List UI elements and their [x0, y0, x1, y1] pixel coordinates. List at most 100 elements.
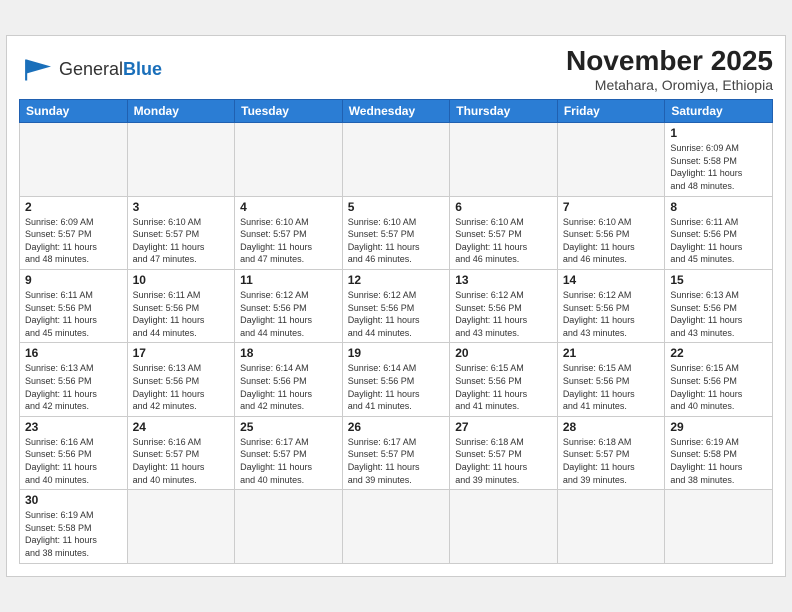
- day-number: 11: [240, 273, 337, 287]
- calendar-cell: [235, 123, 343, 196]
- day-info: Sunrise: 6:14 AM Sunset: 5:56 PM Dayligh…: [240, 362, 337, 412]
- calendar-cell: 21 Sunrise: 6:15 AM Sunset: 5:56 PM Dayli…: [557, 343, 665, 416]
- weekday-header-monday: Monday: [127, 100, 235, 123]
- weekday-header-friday: Friday: [557, 100, 665, 123]
- calendar-cell: [342, 490, 450, 563]
- week-row-4: 16 Sunrise: 6:13 AM Sunset: 5:56 PM Dayli…: [20, 343, 773, 416]
- day-number: 19: [348, 346, 445, 360]
- day-number: 6: [455, 200, 552, 214]
- day-number: 24: [133, 420, 230, 434]
- calendar-cell: [235, 490, 343, 563]
- weekday-header-saturday: Saturday: [665, 100, 773, 123]
- calendar-cell: 6 Sunrise: 6:10 AM Sunset: 5:57 PM Daylig…: [450, 196, 558, 269]
- calendar-cell: 11 Sunrise: 6:12 AM Sunset: 5:56 PM Dayli…: [235, 270, 343, 343]
- day-info: Sunrise: 6:18 AM Sunset: 5:57 PM Dayligh…: [563, 436, 660, 486]
- calendar-cell: 13 Sunrise: 6:12 AM Sunset: 5:56 PM Dayli…: [450, 270, 558, 343]
- day-info: Sunrise: 6:09 AM Sunset: 5:57 PM Dayligh…: [25, 216, 122, 266]
- calendar-cell: 5Sunrise: 6:10 AM Sunset: 5:57 PM Daylig…: [342, 196, 450, 269]
- logo: GeneralBlue: [19, 56, 162, 84]
- weekday-header-tuesday: Tuesday: [235, 100, 343, 123]
- calendar-container: GeneralBlue November 2025 Metahara, Orom…: [6, 35, 786, 576]
- logo-text: GeneralBlue: [59, 59, 162, 80]
- day-number: 17: [133, 346, 230, 360]
- weekday-header-wednesday: Wednesday: [342, 100, 450, 123]
- day-info: Sunrise: 6:15 AM Sunset: 5:56 PM Dayligh…: [563, 362, 660, 412]
- day-info: Sunrise: 6:12 AM Sunset: 5:56 PM Dayligh…: [563, 289, 660, 339]
- calendar-cell: 24Sunrise: 6:16 AM Sunset: 5:57 PM Dayli…: [127, 416, 235, 489]
- calendar-cell: 29Sunrise: 6:19 AM Sunset: 5:58 PM Dayli…: [665, 416, 773, 489]
- day-number: 15: [670, 273, 767, 287]
- day-number: 25: [240, 420, 337, 434]
- day-info: Sunrise: 6:11 AM Sunset: 5:56 PM Dayligh…: [133, 289, 230, 339]
- day-number: 1: [670, 126, 767, 140]
- calendar-cell: 18 Sunrise: 6:14 AM Sunset: 5:56 PM Dayli…: [235, 343, 343, 416]
- day-number: 21: [563, 346, 660, 360]
- week-row-5: 23 Sunrise: 6:16 AM Sunset: 5:56 PM Dayli…: [20, 416, 773, 489]
- day-info: Sunrise: 6:10 AM Sunset: 5:56 PM Dayligh…: [563, 216, 660, 266]
- week-row-3: 9Sunrise: 6:11 AM Sunset: 5:56 PM Daylig…: [20, 270, 773, 343]
- calendar-cell: [342, 123, 450, 196]
- day-info: Sunrise: 6:10 AM Sunset: 5:57 PM Dayligh…: [133, 216, 230, 266]
- calendar-cell: 27 Sunrise: 6:18 AM Sunset: 5:57 PM Dayli…: [450, 416, 558, 489]
- day-number: 27: [455, 420, 552, 434]
- calendar-cell: [557, 123, 665, 196]
- day-number: 2: [25, 200, 122, 214]
- day-number: 18: [240, 346, 337, 360]
- day-info: Sunrise: 6:15 AM Sunset: 5:56 PM Dayligh…: [670, 362, 767, 412]
- calendar-table: SundayMondayTuesdayWednesdayThursdayFrid…: [19, 99, 773, 563]
- weekday-header-row: SundayMondayTuesdayWednesdayThursdayFrid…: [20, 100, 773, 123]
- day-number: 20: [455, 346, 552, 360]
- day-number: 7: [563, 200, 660, 214]
- week-row-2: 2 Sunrise: 6:09 AM Sunset: 5:57 PM Daylig…: [20, 196, 773, 269]
- day-number: 28: [563, 420, 660, 434]
- calendar-cell: 14 Sunrise: 6:12 AM Sunset: 5:56 PM Dayli…: [557, 270, 665, 343]
- day-number: 8: [670, 200, 767, 214]
- day-info: Sunrise: 6:18 AM Sunset: 5:57 PM Dayligh…: [455, 436, 552, 486]
- calendar-cell: 8 Sunrise: 6:11 AM Sunset: 5:56 PM Daylig…: [665, 196, 773, 269]
- day-info: Sunrise: 6:12 AM Sunset: 5:56 PM Dayligh…: [455, 289, 552, 339]
- day-number: 16: [25, 346, 122, 360]
- calendar-cell: [557, 490, 665, 563]
- calendar-cell: 17 Sunrise: 6:13 AM Sunset: 5:56 PM Dayli…: [127, 343, 235, 416]
- day-info: Sunrise: 6:12 AM Sunset: 5:56 PM Dayligh…: [240, 289, 337, 339]
- day-number: 30: [25, 493, 122, 507]
- day-info: Sunrise: 6:11 AM Sunset: 5:56 PM Dayligh…: [25, 289, 122, 339]
- day-info: Sunrise: 6:14 AM Sunset: 5:56 PM Dayligh…: [348, 362, 445, 412]
- day-info: Sunrise: 6:10 AM Sunset: 5:57 PM Dayligh…: [455, 216, 552, 266]
- day-number: 12: [348, 273, 445, 287]
- header: GeneralBlue November 2025 Metahara, Orom…: [19, 46, 773, 93]
- calendar-cell: [450, 490, 558, 563]
- logo-icon: [19, 56, 55, 84]
- title-block: November 2025 Metahara, Oromiya, Ethiopi…: [566, 46, 773, 93]
- day-info: Sunrise: 6:13 AM Sunset: 5:56 PM Dayligh…: [133, 362, 230, 412]
- calendar-cell: 25 Sunrise: 6:17 AM Sunset: 5:57 PM Dayli…: [235, 416, 343, 489]
- day-info: Sunrise: 6:10 AM Sunset: 5:57 PM Dayligh…: [240, 216, 337, 266]
- day-info: Sunrise: 6:15 AM Sunset: 5:56 PM Dayligh…: [455, 362, 552, 412]
- day-number: 13: [455, 273, 552, 287]
- day-number: 22: [670, 346, 767, 360]
- calendar-cell: [127, 123, 235, 196]
- calendar-cell: [665, 490, 773, 563]
- day-info: Sunrise: 6:13 AM Sunset: 5:56 PM Dayligh…: [670, 289, 767, 339]
- calendar-cell: [450, 123, 558, 196]
- calendar-cell: 10 Sunrise: 6:11 AM Sunset: 5:56 PM Dayli…: [127, 270, 235, 343]
- location-title: Metahara, Oromiya, Ethiopia: [566, 77, 773, 93]
- day-number: 26: [348, 420, 445, 434]
- day-number: 23: [25, 420, 122, 434]
- day-number: 29: [670, 420, 767, 434]
- weekday-header-thursday: Thursday: [450, 100, 558, 123]
- day-info: Sunrise: 6:11 AM Sunset: 5:56 PM Dayligh…: [670, 216, 767, 266]
- calendar-cell: 15 Sunrise: 6:13 AM Sunset: 5:56 PM Dayli…: [665, 270, 773, 343]
- day-number: 10: [133, 273, 230, 287]
- day-number: 14: [563, 273, 660, 287]
- calendar-cell: 19 Sunrise: 6:14 AM Sunset: 5:56 PM Dayli…: [342, 343, 450, 416]
- day-info: Sunrise: 6:17 AM Sunset: 5:57 PM Dayligh…: [240, 436, 337, 486]
- calendar-cell: 4Sunrise: 6:10 AM Sunset: 5:57 PM Daylig…: [235, 196, 343, 269]
- calendar-cell: 7 Sunrise: 6:10 AM Sunset: 5:56 PM Daylig…: [557, 196, 665, 269]
- day-info: Sunrise: 6:16 AM Sunset: 5:56 PM Dayligh…: [25, 436, 122, 486]
- calendar-cell: 23 Sunrise: 6:16 AM Sunset: 5:56 PM Dayli…: [20, 416, 128, 489]
- calendar-cell: [20, 123, 128, 196]
- weekday-header-sunday: Sunday: [20, 100, 128, 123]
- calendar-cell: 1Sunrise: 6:09 AM Sunset: 5:58 PM Daylig…: [665, 123, 773, 196]
- day-info: Sunrise: 6:19 AM Sunset: 5:58 PM Dayligh…: [25, 509, 122, 559]
